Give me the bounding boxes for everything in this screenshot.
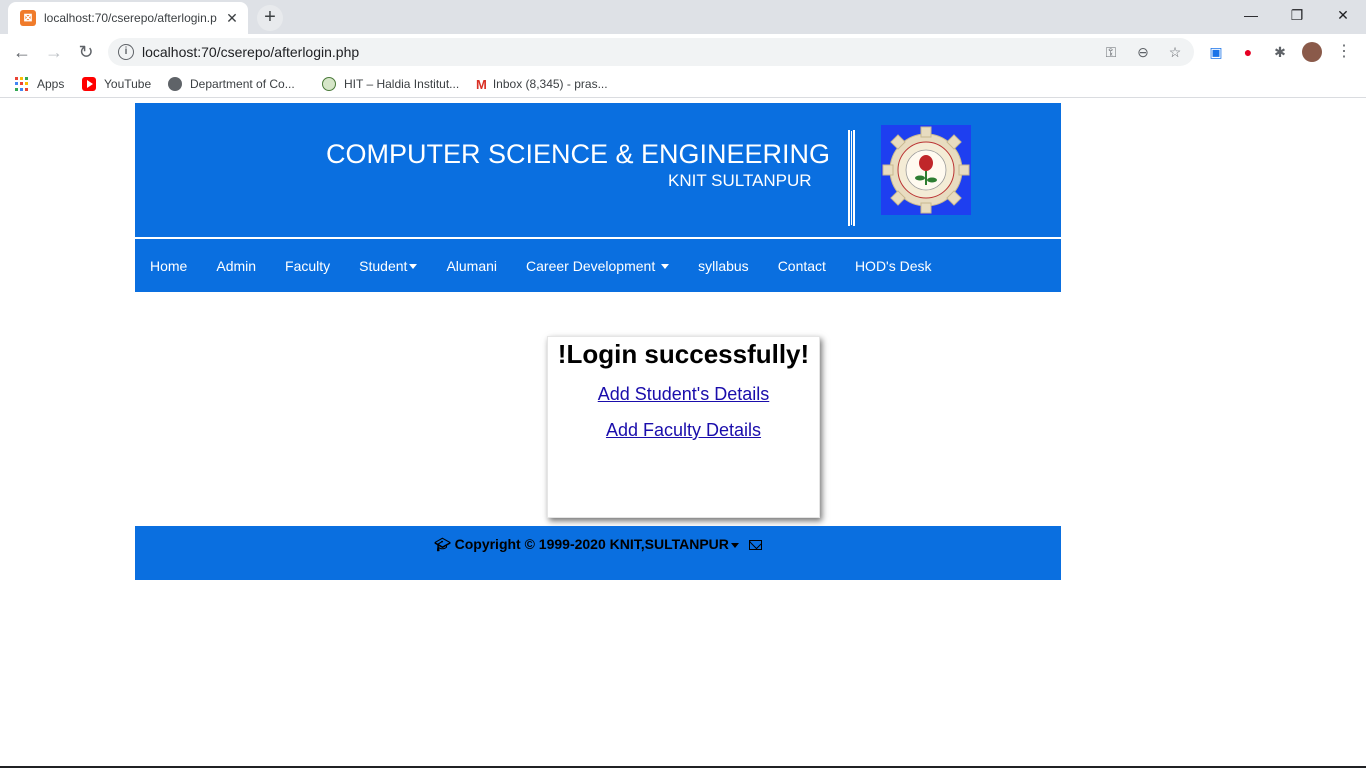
reload-icon[interactable]: ↻ xyxy=(74,40,98,64)
tab-title: localhost:70/cserepo/afterlogin.p xyxy=(44,11,217,25)
menu-kebab-icon[interactable]: ⋮ xyxy=(1334,42,1354,62)
bookmark-hit[interactable]: HIT – Haldia Institut... xyxy=(322,76,459,92)
nav-alumani[interactable]: Alumani xyxy=(446,258,497,274)
youtube-icon xyxy=(82,77,96,91)
nav-student-label: Student xyxy=(359,257,408,274)
bookmarks-bar: Apps YouTube Department of Co... HIT – H… xyxy=(0,70,1366,98)
graduation-cap-icon: 🎓︎ xyxy=(434,537,451,552)
site-header: COMPUTER SCIENCE & ENGINEERING KNIT SULT… xyxy=(135,103,1061,237)
institute-logo xyxy=(881,125,971,215)
site-subtitle: KNIT SULTANPUR xyxy=(668,171,812,190)
caret-down-icon xyxy=(661,264,670,270)
gmail-icon: M xyxy=(476,76,487,92)
caret-down-icon xyxy=(409,264,418,270)
mail-icon[interactable] xyxy=(748,540,762,550)
bookmark-inbox[interactable]: M Inbox (8,345) - pras... xyxy=(476,76,608,92)
extension-icon[interactable]: ▣ xyxy=(1206,42,1226,62)
nav-syllabus[interactable]: syllabus xyxy=(698,258,749,274)
nav-contact[interactable]: Contact xyxy=(778,258,826,274)
login-success-heading: !Login successfully! xyxy=(557,339,810,369)
bookmark-label: HIT – Haldia Institut... xyxy=(344,77,460,91)
restore-button[interactable]: ❐ xyxy=(1274,0,1320,30)
profile-avatar[interactable] xyxy=(1302,42,1322,62)
xampp-favicon-icon: ⊠ xyxy=(20,10,36,26)
forward-arrow-icon[interactable]: → xyxy=(42,40,66,64)
nav-student[interactable]: Student xyxy=(359,257,418,274)
header-divider xyxy=(848,130,855,226)
browser-tab[interactable]: ⊠ localhost:70/cserepo/afterlogin.p ✕ xyxy=(8,2,248,34)
hit-logo-icon xyxy=(322,77,336,91)
pinterest-icon[interactable]: ● xyxy=(1238,42,1258,62)
login-success-card: !Login successfully! Add Student's Detai… xyxy=(547,336,820,518)
nav-career-development[interactable]: Career Development xyxy=(526,257,670,274)
new-tab-button[interactable]: + xyxy=(257,5,283,31)
apps-grid-icon xyxy=(15,77,29,91)
main-nav: Home Admin Faculty Student Alumani Caree… xyxy=(135,239,1061,292)
browser-tabstrip: ⊠ localhost:70/cserepo/afterlogin.p ✕ + … xyxy=(0,0,1366,34)
nav-hods-desk[interactable]: HOD's Desk xyxy=(855,258,932,274)
bookmark-label: Department of Co... xyxy=(190,77,295,91)
address-url[interactable]: localhost:70/cserepo/afterlogin.php xyxy=(142,44,359,60)
site-container: COMPUTER SCIENCE & ENGINEERING KNIT SULT… xyxy=(135,103,1061,292)
globe-icon xyxy=(168,77,182,91)
bookmark-apps[interactable]: Apps xyxy=(15,76,64,92)
footer-copyright: 🎓︎ Copyright © 1999-2020 KNIT,SULTANPUR xyxy=(135,536,1061,553)
back-arrow-icon[interactable]: ← xyxy=(10,40,34,64)
nav-career-label: Career Development xyxy=(526,257,656,274)
site-info-icon[interactable]: i xyxy=(118,44,134,60)
browser-toolbar: ← → ↻ i localhost:70/cserepo/afterlogin.… xyxy=(0,34,1366,70)
gear-emblem-icon xyxy=(882,126,970,214)
nav-admin[interactable]: Admin xyxy=(216,258,256,274)
zoom-icon[interactable]: ⊖ xyxy=(1134,43,1152,61)
bookmark-department[interactable]: Department of Co... xyxy=(168,76,295,92)
site-title: COMPUTER SCIENCE & ENGINEERING xyxy=(326,139,831,169)
copyright-text: Copyright © 1999-2020 KNIT,SULTANPUR xyxy=(454,536,729,552)
add-student-details-link[interactable]: Add Student's Details xyxy=(548,384,819,405)
bookmark-star-icon[interactable]: ☆ xyxy=(1166,43,1184,61)
minimize-button[interactable]: — xyxy=(1228,0,1274,30)
site-footer: 🎓︎ Copyright © 1999-2020 KNIT,SULTANPUR xyxy=(135,526,1061,580)
key-icon[interactable]: ⚿ xyxy=(1102,43,1120,61)
bookmark-label: Apps xyxy=(37,77,65,91)
nav-home[interactable]: Home xyxy=(150,258,187,274)
address-bar[interactable]: i localhost:70/cserepo/afterlogin.php ⚿ … xyxy=(108,38,1194,66)
close-window-button[interactable]: ✕ xyxy=(1320,0,1366,30)
bookmark-youtube[interactable]: YouTube xyxy=(82,76,151,92)
tab-close-icon[interactable]: ✕ xyxy=(224,10,240,26)
puzzle-extensions-icon[interactable]: ✱ xyxy=(1270,42,1290,62)
nav-faculty[interactable]: Faculty xyxy=(285,258,330,274)
bookmark-label: Inbox (8,345) - pras... xyxy=(492,77,608,91)
bookmark-label: YouTube xyxy=(104,77,152,91)
add-faculty-details-link[interactable]: Add Faculty Details xyxy=(548,420,819,441)
caret-down-icon xyxy=(730,542,739,548)
